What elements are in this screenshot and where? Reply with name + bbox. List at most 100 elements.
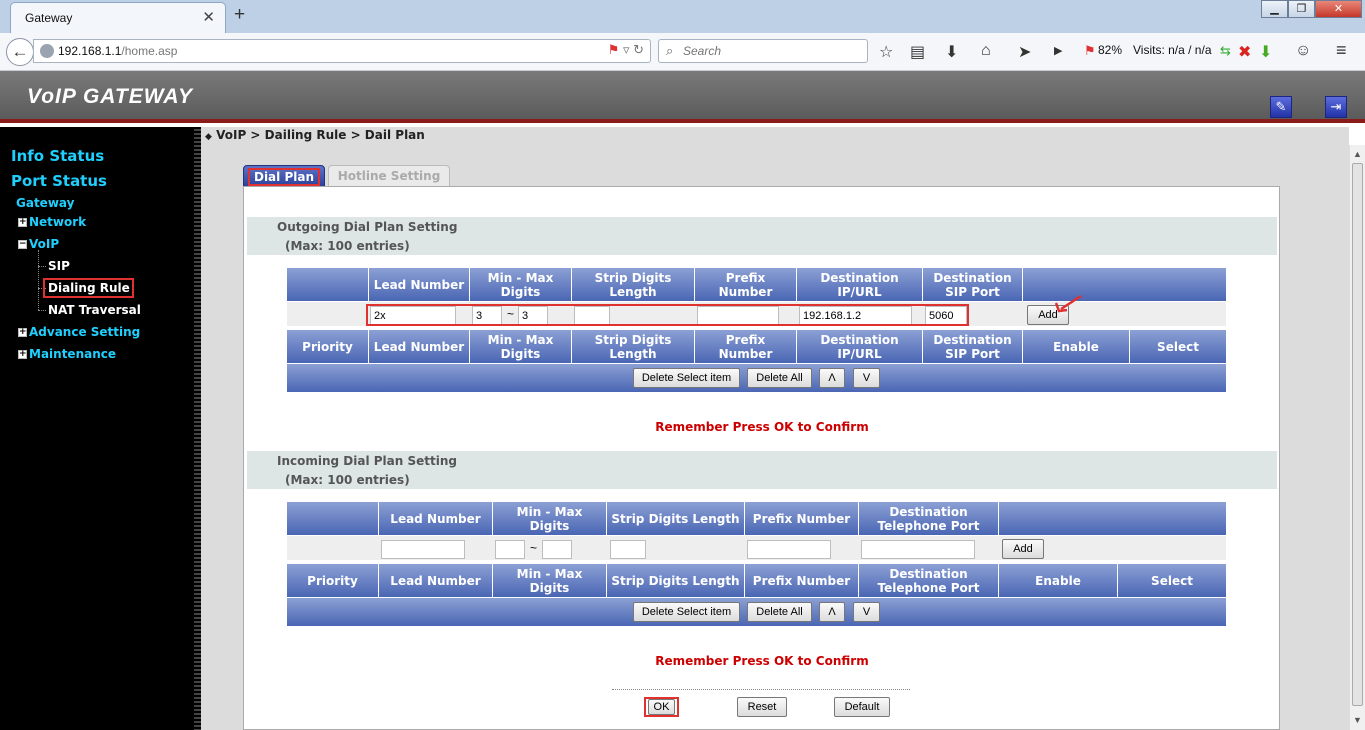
scroll-up-icon[interactable]: ▲ <box>1353 149 1362 159</box>
in-lead-number-input[interactable] <box>381 540 465 559</box>
outgoing-title: Outgoing Dial Plan Setting <box>277 220 458 234</box>
incoming-header-blank <box>287 502 379 535</box>
search-input[interactable] <box>683 44 853 58</box>
url-bar[interactable]: 192.168.1.1/home.asp ⚑ ▿ ↻ <box>33 39 651 63</box>
incoming-move-up-button[interactable]: Λ <box>819 602 845 622</box>
smiley-icon[interactable]: ☺ <box>1295 42 1311 60</box>
expand-icon: + <box>18 217 27 227</box>
menu-icon[interactable]: ≡ <box>1336 40 1347 61</box>
sidebar-item-nat-traversal[interactable]: NAT Traversal <box>48 303 141 317</box>
sidebar-item-info-status[interactable]: Info Status <box>11 147 104 165</box>
collapse-icon: − <box>18 239 27 249</box>
youtube-icon[interactable]: ▶ <box>1054 44 1062 57</box>
url-text: 192.168.1.1/home.asp <box>58 44 178 58</box>
vertical-scrollbar[interactable]: ▲ ▼ <box>1349 145 1365 730</box>
sidebar-stripe <box>194 127 201 730</box>
tab-title: Gateway <box>25 11 73 25</box>
browser-nav-bar: ← 192.168.1.1/home.asp ⚑ ▿ ↻ ⌕ ☆ ▤ ⬇ ⌂ ➤… <box>0 33 1365 71</box>
list-header-min-max-digits: Min - Max Digits <box>470 330 572 363</box>
header-prefix-number: Prefix Number <box>695 268 797 301</box>
outgoing-move-down-button[interactable]: V <box>853 368 880 388</box>
incoming-max: (Max: 100 entries) <box>285 473 410 487</box>
outgoing-delete-select-button[interactable]: Delete Select item <box>633 368 740 388</box>
reset-button[interactable]: Reset <box>737 697 787 717</box>
in-list-header-enable: Enable <box>999 564 1118 597</box>
header-destination-port: Destination SIP Port <box>923 268 1023 301</box>
incoming-add-button[interactable]: Add <box>1002 539 1044 559</box>
incoming-move-down-button[interactable]: V <box>853 602 880 622</box>
outgoing-header-blank <box>287 268 369 301</box>
globe-icon <box>40 44 54 58</box>
default-button[interactable]: Default <box>834 697 890 717</box>
visits-text: Visits: n/a / n/a <box>1133 43 1212 57</box>
new-tab-icon[interactable]: + <box>234 4 245 26</box>
red-arrow-icon <box>1054 294 1082 313</box>
app-header: VoIP GATEWAY ✎ ⇥ <box>0 71 1365 123</box>
in-max-digits-input[interactable] <box>542 540 572 559</box>
list-header-destination-ip: Destination IP/URL <box>797 330 923 363</box>
in-prefix-number-input[interactable] <box>747 540 831 559</box>
home-icon[interactable]: ⌂ <box>981 42 991 60</box>
in-destination-port-input[interactable] <box>861 540 975 559</box>
header-destination-ip: Destination IP/URL <box>797 268 923 301</box>
in-list-header-select: Select <box>1118 564 1226 597</box>
outgoing-max: (Max: 100 entries) <box>285 239 410 253</box>
in-strip-digits-input[interactable] <box>610 540 646 559</box>
maximize-window-button[interactable]: ❐ <box>1288 0 1315 18</box>
outgoing-move-up-button[interactable]: Λ <box>819 368 845 388</box>
header-min-max-digits: Min - Max Digits <box>470 268 572 301</box>
browser-tab[interactable]: Gateway ✕ <box>10 2 226 33</box>
wizard-icon[interactable]: ✎ <box>1270 96 1292 118</box>
in-min-digits-input[interactable] <box>495 540 525 559</box>
bookmark-star-icon[interactable]: ☆ <box>879 42 893 62</box>
sync-icon[interactable]: ⇆ <box>1220 43 1231 59</box>
sidebar-item-maintenance[interactable]: + Maintenance <box>18 347 116 361</box>
incoming-header-blank-right <box>999 502 1226 535</box>
tree-line <box>38 266 46 267</box>
in-list-header-prefix-number: Prefix Number <box>745 564 859 597</box>
in-list-header-lead-number: Lead Number <box>379 564 493 597</box>
sidebar-item-voip[interactable]: − VoIP <box>18 237 59 251</box>
green-download-icon[interactable]: ⬇ <box>1259 42 1272 62</box>
ok-button[interactable]: OK <box>648 699 675 715</box>
tab-hotline-setting[interactable]: Hotline Setting <box>328 165 450 187</box>
list-header-enable: Enable <box>1023 330 1130 363</box>
sidebar-item-gateway[interactable]: Gateway <box>16 196 74 210</box>
sidebar-item-port-status[interactable]: Port Status <box>11 172 107 190</box>
block-icon[interactable]: ✖ <box>1238 42 1251 62</box>
sidebar-item-network[interactable]: + Network <box>18 215 86 229</box>
logo: VoIP GATEWAY <box>27 85 194 108</box>
reload-icon[interactable]: ⚑ ▿ ↻ <box>608 42 644 58</box>
list-header-priority: Priority <box>287 330 369 363</box>
incoming-title: Incoming Dial Plan Setting <box>277 454 457 468</box>
expand-icon: + <box>18 349 27 359</box>
back-arrow-icon[interactable]: ← <box>6 38 34 66</box>
close-window-button[interactable]: ✕ <box>1315 0 1362 18</box>
in-header-strip-digits: Strip Digits Length <box>607 502 745 535</box>
in-header-prefix-number: Prefix Number <box>745 502 859 535</box>
sidebar-item-sip[interactable]: SIP <box>48 259 70 273</box>
scroll-thumb[interactable] <box>1352 163 1363 706</box>
in-header-destination-port: Destination Telephone Port <box>859 502 999 535</box>
minimize-window-button[interactable]: ▁ <box>1261 0 1288 18</box>
list-header-strip-digits: Strip Digits Length <box>572 330 695 363</box>
sidebar-item-advance-setting[interactable]: + Advance Setting <box>18 325 140 339</box>
incoming-delete-all-button[interactable]: Delete All <box>747 602 812 622</box>
close-tab-icon[interactable]: ✕ <box>202 8 215 26</box>
download-icon[interactable]: ⬇ <box>945 42 958 62</box>
incoming-delete-select-button[interactable]: Delete Select item <box>633 602 740 622</box>
remember-notice: Remember Press OK to Confirm <box>655 654 869 668</box>
in-list-header-destination-port: Destination Telephone Port <box>859 564 999 597</box>
tab-dial-plan[interactable]: Dial Plan <box>243 165 325 187</box>
search-box[interactable]: ⌕ <box>658 39 868 63</box>
outgoing-delete-all-button[interactable]: Delete All <box>747 368 812 388</box>
tree-line <box>38 310 46 311</box>
reading-list-icon[interactable]: ▤ <box>910 42 925 62</box>
send-icon[interactable]: ➤ <box>1018 42 1031 62</box>
breadcrumb: ◆ VoIP > Dailing Rule > Dail Plan <box>205 128 425 142</box>
tilde-separator: ~ <box>530 541 538 555</box>
sidebar-item-dialing-rule[interactable]: Dialing Rule <box>48 281 130 295</box>
scroll-down-icon[interactable]: ▼ <box>1353 715 1362 725</box>
logout-icon[interactable]: ⇥ <box>1325 96 1347 118</box>
flag-icon[interactable]: ⚑ <box>1084 43 1096 59</box>
